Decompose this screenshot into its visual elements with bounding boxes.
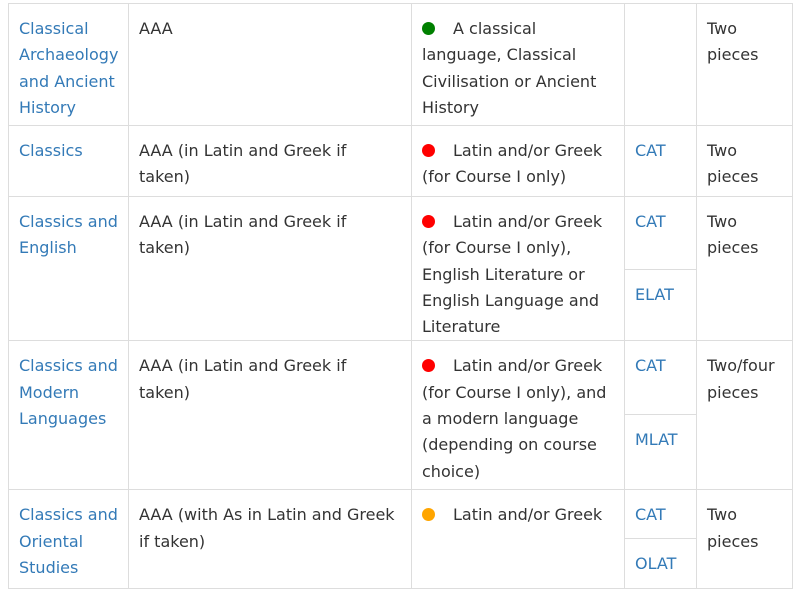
grades-cell: AAA <box>128 3 412 126</box>
red-dot-icon <box>422 215 435 228</box>
written-work-cell: Two pieces <box>696 195 793 342</box>
test-cell: OLAT <box>624 538 697 589</box>
red-dot-icon <box>422 359 435 373</box>
table-row: Classical Archaeology and Ancient Histor… <box>8 3 793 126</box>
green-dot-icon <box>422 22 435 35</box>
test-cell: CAT <box>624 196 697 270</box>
subjects-text: Latin and/or Greek (for Course I only), … <box>422 212 603 337</box>
written-work-cell: Two pieces <box>696 125 793 197</box>
written-work-cell: Two/four pieces <box>696 340 793 491</box>
test-link[interactable]: CAT <box>635 212 666 231</box>
red-dot-icon <box>422 144 435 157</box>
test-cell: ELAT <box>624 268 697 342</box>
course-link[interactable]: Classics <box>19 141 83 160</box>
subjects-cell: Latin and/or Greek <box>411 489 625 589</box>
test-link[interactable]: CAT <box>635 356 666 375</box>
subjects-text: Latin and/or Greek (for Course I only) <box>422 141 603 187</box>
test-cell: CAT <box>624 489 697 540</box>
written-work-cell: Two pieces <box>696 3 793 126</box>
courses-table: Classical Archaeology and Ancient Histor… <box>8 3 793 589</box>
table-row: Classics and Oriental Studies AAA (with … <box>8 489 793 589</box>
subjects-text: Latin and/or Greek <box>453 505 603 525</box>
table-row: Classics and Modern Languages AAA (in La… <box>8 340 793 491</box>
course-cell: Classics and Modern Languages <box>8 340 129 491</box>
table-row: Classics AAA (in Latin and Greek if take… <box>8 125 793 197</box>
orange-dot-icon <box>422 508 435 522</box>
grades-cell: AAA (in Latin and Greek if taken) <box>128 195 412 342</box>
subjects-text: Latin and/or Greek (for Course I only), … <box>422 356 607 481</box>
table-row: Classics and English AAA (in Latin and G… <box>8 195 793 342</box>
written-work-cell: Two pieces <box>696 489 793 589</box>
test-link[interactable]: CAT <box>635 141 666 160</box>
test-cell: CAT <box>624 340 697 416</box>
course-cell: Classics and Oriental Studies <box>8 489 129 589</box>
test-link[interactable]: ELAT <box>635 285 674 304</box>
course-cell: Classics <box>8 125 129 197</box>
test-link[interactable]: OLAT <box>635 554 676 573</box>
course-link[interactable]: Classics and Modern Languages <box>19 356 118 428</box>
subjects-cell: Latin and/or Greek (for Course I only) <box>411 125 625 197</box>
subjects-cell: A classical language, Classical Civilisa… <box>411 3 625 126</box>
subjects-cell: Latin and/or Greek (for Course I only), … <box>411 195 625 342</box>
subjects-text: A classical language, Classical Civilisa… <box>422 19 597 117</box>
course-cell: Classics and English <box>8 195 129 342</box>
course-link[interactable]: Classics and Oriental Studies <box>19 505 118 577</box>
test-cell <box>624 3 697 126</box>
test-cell: CAT <box>624 125 697 197</box>
course-link[interactable]: Classics and English <box>19 212 118 257</box>
test-link[interactable]: MLAT <box>635 430 678 449</box>
grades-cell: AAA (with As in Latin and Greek if taken… <box>128 489 412 589</box>
grades-cell: AAA (in Latin and Greek if taken) <box>128 340 412 491</box>
test-link[interactable]: CAT <box>635 505 666 524</box>
grades-cell: AAA (in Latin and Greek if taken) <box>128 125 412 197</box>
test-cell: MLAT <box>624 414 697 491</box>
subjects-cell: Latin and/or Greek (for Course I only), … <box>411 340 625 491</box>
course-link[interactable]: Classical Archaeology and Ancient Histor… <box>19 19 118 117</box>
course-cell: Classical Archaeology and Ancient Histor… <box>8 3 129 126</box>
